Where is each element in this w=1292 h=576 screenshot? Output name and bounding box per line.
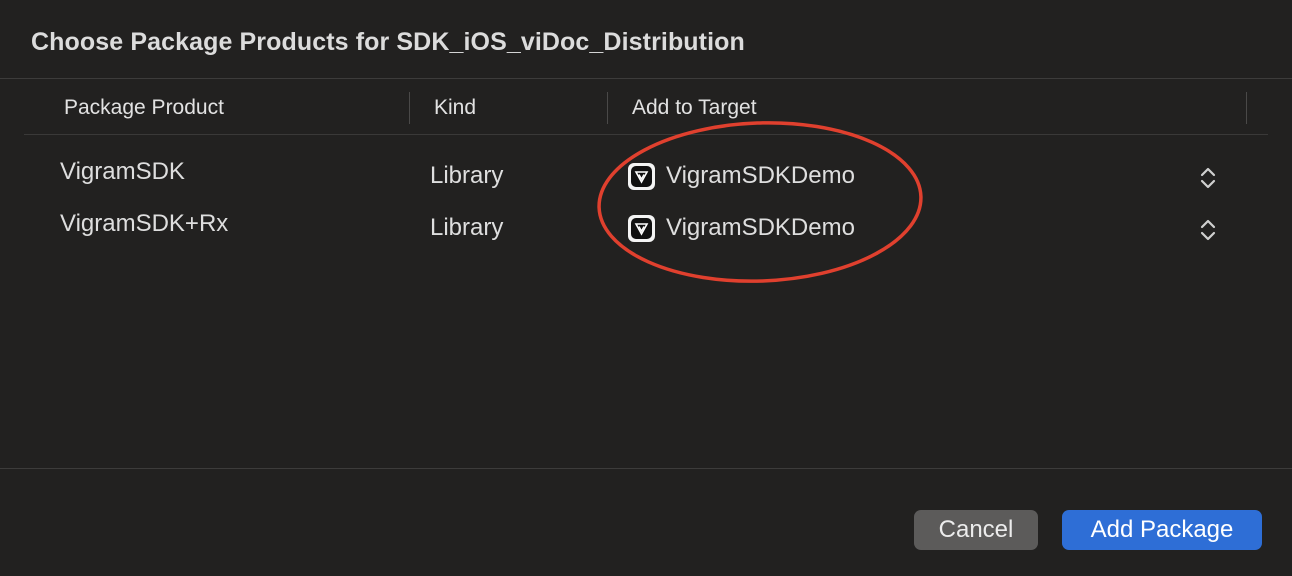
column-separator[interactable] [1246,92,1247,124]
title-divider [0,78,1292,79]
footer-divider [0,468,1292,469]
chevron-up-down-icon[interactable] [1198,216,1218,244]
package-product-name: VigramSDK+Rx [60,210,229,237]
column-separator[interactable] [409,92,410,124]
dialog-title: Choose Package Products for SDK_iOS_viDo… [31,28,745,56]
product-kind: Library [430,162,504,189]
annotation-ellipse [597,121,923,283]
package-product-name: VigramSDK [60,158,185,185]
column-header-package-product[interactable]: Package Product [64,96,224,120]
chevron-up-down-icon[interactable] [1198,164,1218,192]
product-kind: Library [430,214,504,241]
cancel-button[interactable]: Cancel [914,510,1038,550]
column-header-add-to-target[interactable]: Add to Target [632,96,757,120]
add-package-button[interactable]: Add Package [1062,510,1262,550]
column-header-kind[interactable]: Kind [434,96,476,120]
choose-package-products-dialog: Choose Package Products for SDK_iOS_viDo… [0,0,1292,576]
